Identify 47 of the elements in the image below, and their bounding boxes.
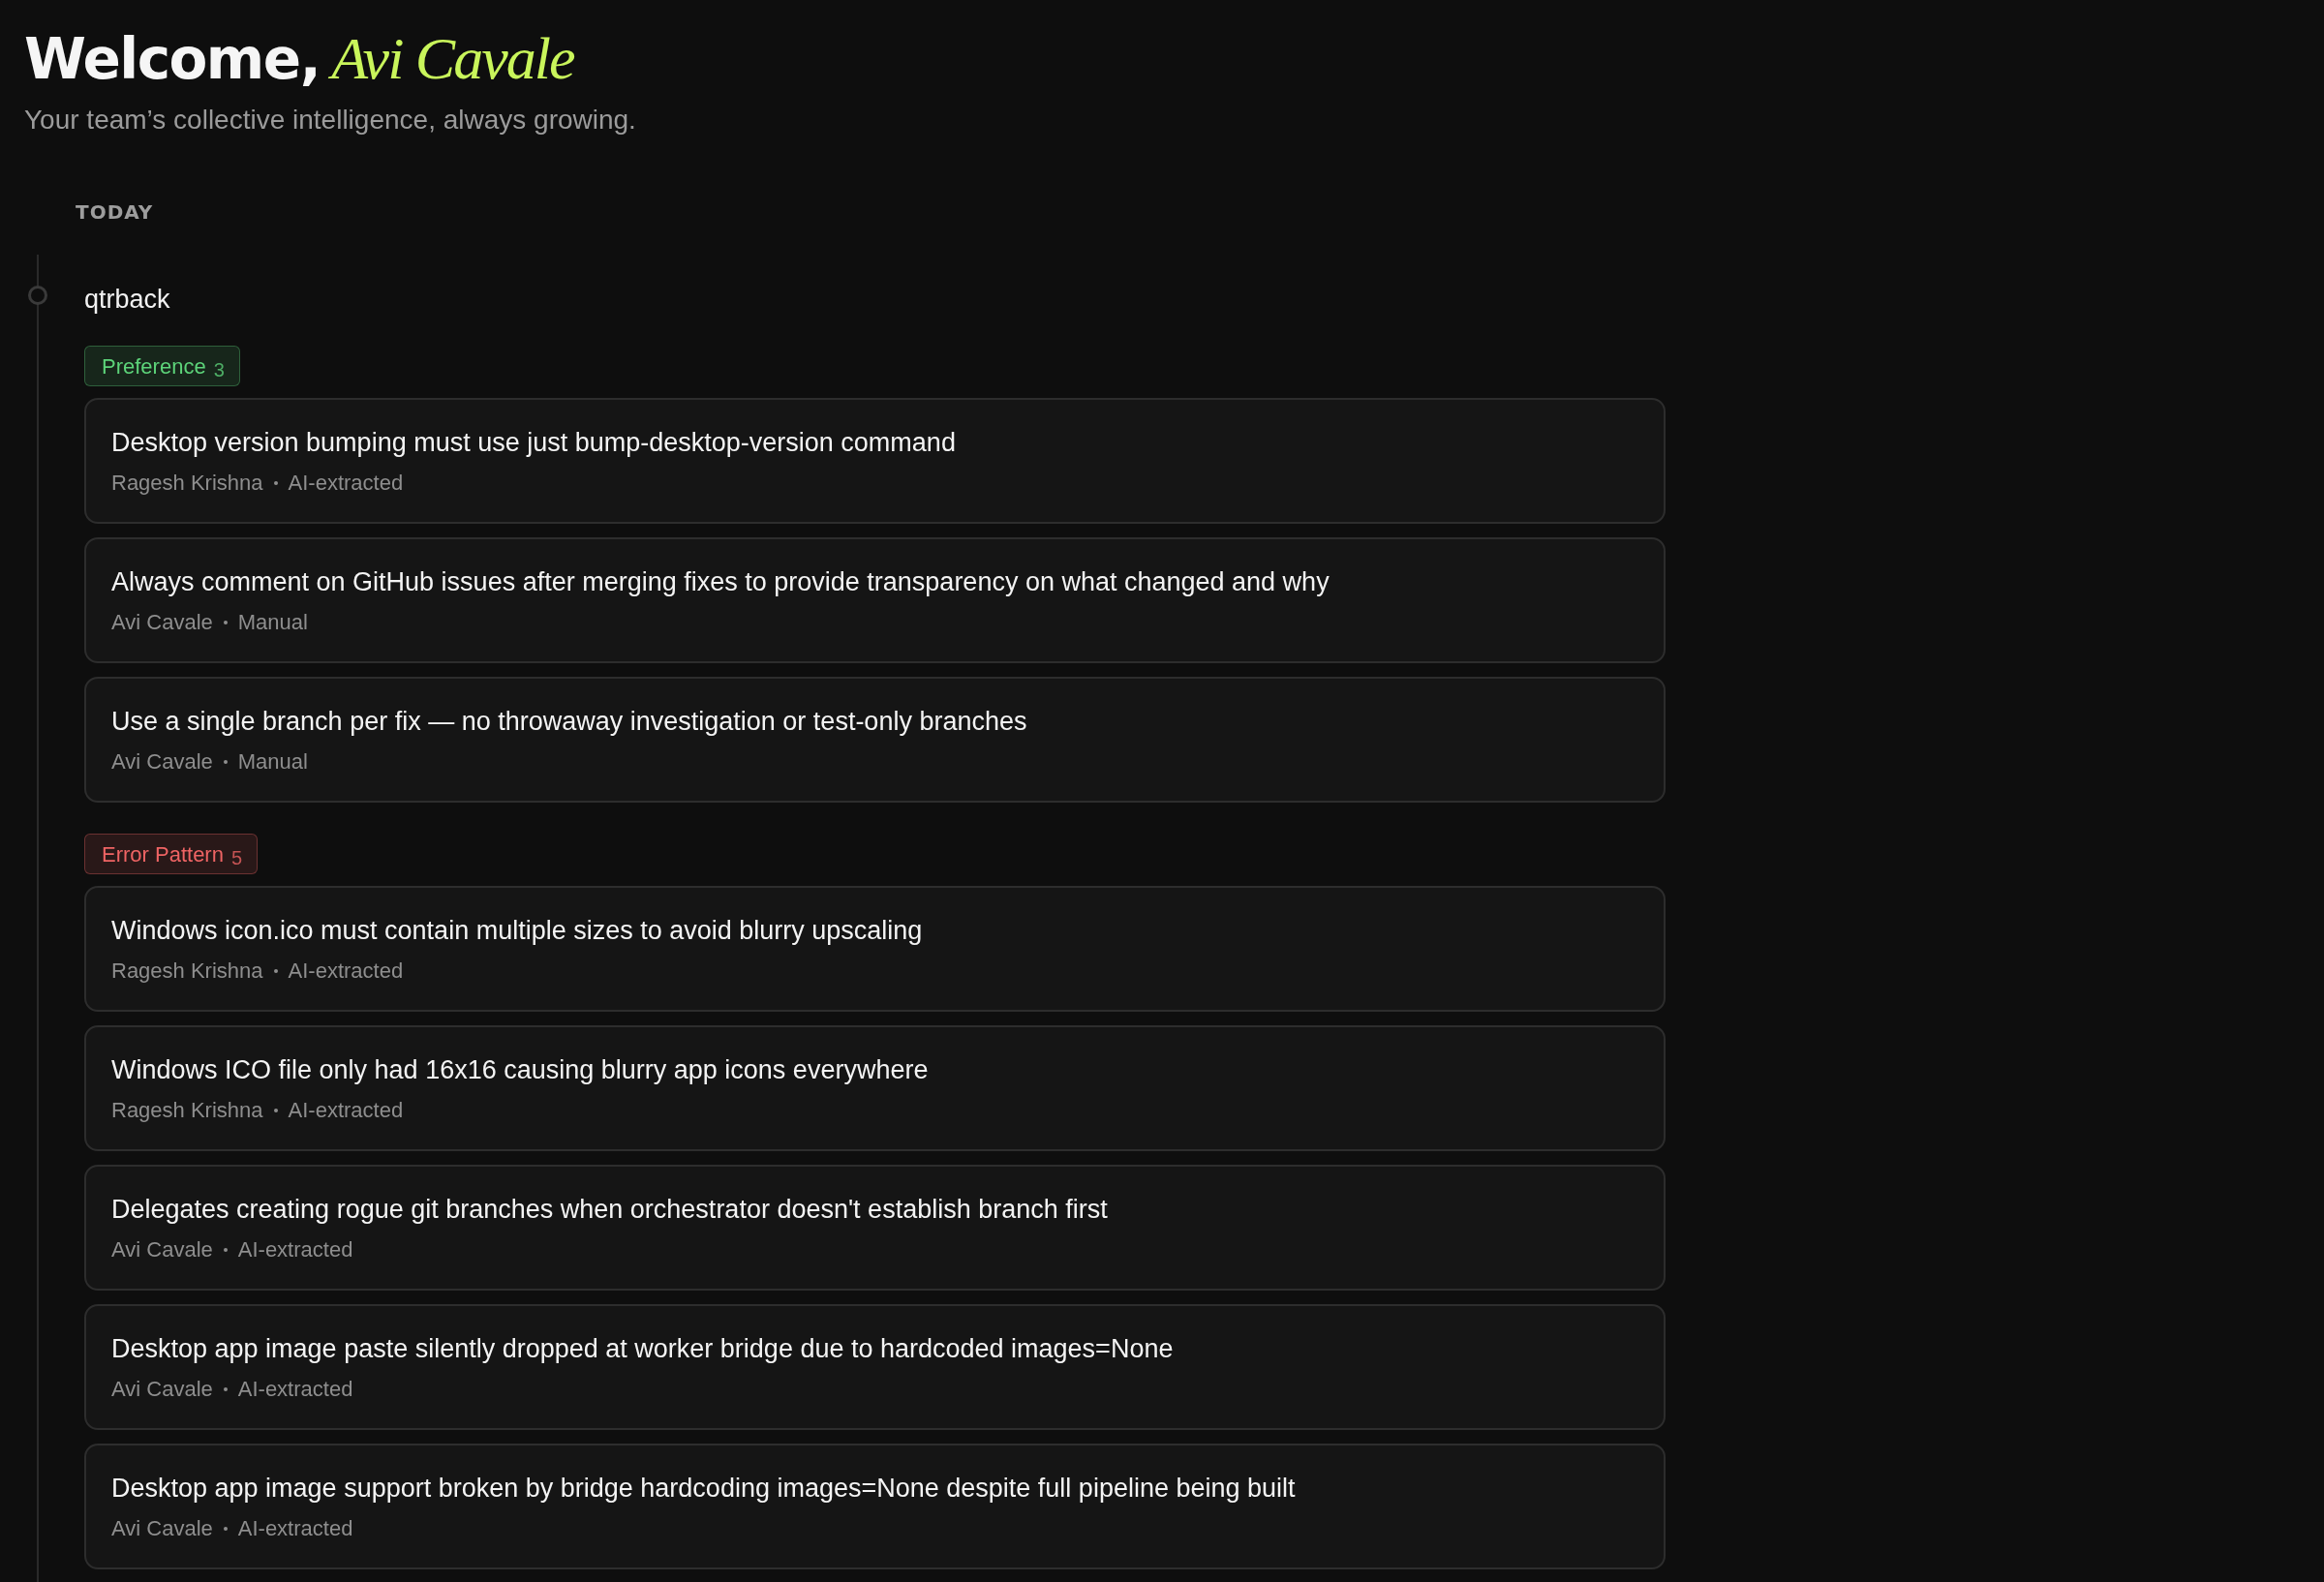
memory-card[interactable]: Delegates creating rogue git branches when orchestrator doesn't establish branch first Avi Cavale AI-extracted: [84, 1165, 1666, 1291]
author-name: Ragesh Krishna: [111, 1097, 263, 1124]
source-label: AI-extracted: [288, 1097, 404, 1124]
author-name: Avi Cavale: [111, 1236, 213, 1263]
category-tag: Preference 3: [84, 346, 240, 386]
author-name: Ragesh Krishna: [111, 470, 263, 497]
timeline-node-icon: [27, 285, 48, 306]
separator-dot-icon: [223, 1527, 228, 1531]
separator-dot-icon: [223, 621, 228, 624]
memory-card[interactable]: Always comment on GitHub issues after merging fixes to provide transparency on what changed and why Avi Cavale Manual: [84, 537, 1666, 663]
source-label: Manual: [237, 609, 308, 636]
source-label: AI-extracted: [237, 1515, 353, 1542]
author-name: Ragesh Krishna: [111, 958, 263, 985]
memory-title: Windows ICO file only had 16x16 causing blurry app icons everywhere: [111, 1054, 929, 1085]
source-label: AI-extracted: [237, 1236, 353, 1263]
source-label: Manual: [237, 748, 308, 776]
memory-card[interactable]: Windows icon.ico must contain multiple sizes to avoid blurry upscaling Ragesh Krishna AI-extracted: [84, 886, 1666, 1012]
source-label: AI-extracted: [237, 1376, 353, 1403]
memory-title: Always comment on GitHub issues after merging fixes to provide transparency on what changed and why: [111, 566, 1330, 597]
author-name: Avi Cavale: [111, 1376, 213, 1403]
memory-card[interactable]: Desktop app image paste silently dropped at worker bridge due to hardcoded images=None Avi Cavale AI-extracted: [84, 1304, 1666, 1430]
memory-card[interactable]: Desktop version bumping must use just bump-desktop-version command Ragesh Krishna AI-extracted: [84, 398, 1666, 524]
separator-dot-icon: [273, 1109, 278, 1112]
separator-dot-icon: [223, 1248, 228, 1252]
memory-title: Desktop app image paste silently dropped at worker bridge due to hardcoded images=None: [111, 1333, 1174, 1364]
category-tag: Error Pattern 5: [84, 834, 259, 874]
welcome-heading: Welcome,: [24, 25, 321, 94]
project-name: qtrback: [84, 284, 170, 316]
memory-card[interactable]: Desktop app image support broken by bridge hardcoding images=None despite full pipeline being built Avi Cavale AI-extracted: [84, 1444, 1666, 1569]
separator-dot-icon: [223, 760, 228, 764]
source-label: AI-extracted: [288, 470, 404, 497]
memory-title: Use a single branch per fix — no throwaway investigation or test-only branches: [111, 706, 1027, 737]
memory-card[interactable]: Use a single branch per fix — no throwaway investigation or test-only branches Avi Cavale Manual: [84, 677, 1666, 803]
date-label: TODAY: [76, 199, 154, 226]
subtitle: Your team’s collective intelligence, always growing.: [24, 104, 636, 137]
separator-dot-icon: [273, 481, 278, 485]
separator-dot-icon: [273, 969, 278, 973]
separator-dot-icon: [223, 1387, 228, 1391]
memory-title: Windows icon.ico must contain multiple sizes to avoid blurry upscaling: [111, 915, 923, 946]
memory-title: Desktop version bumping must use just bump-desktop-version command: [111, 427, 956, 458]
memory-title: Desktop app image support broken by bridge hardcoding images=None despite full pipeline being built: [111, 1473, 1296, 1504]
author-name: Avi Cavale: [111, 1515, 213, 1542]
memory-title: Delegates creating rogue git branches when orchestrator doesn't establish branch first: [111, 1194, 1108, 1225]
source-label: AI-extracted: [288, 958, 404, 985]
author-name: Avi Cavale: [111, 748, 213, 776]
author-name: Avi Cavale: [111, 609, 213, 636]
memory-card[interactable]: Windows ICO file only had 16x16 causing blurry app icons everywhere Ragesh Krishna AI-extracted: [84, 1025, 1666, 1151]
